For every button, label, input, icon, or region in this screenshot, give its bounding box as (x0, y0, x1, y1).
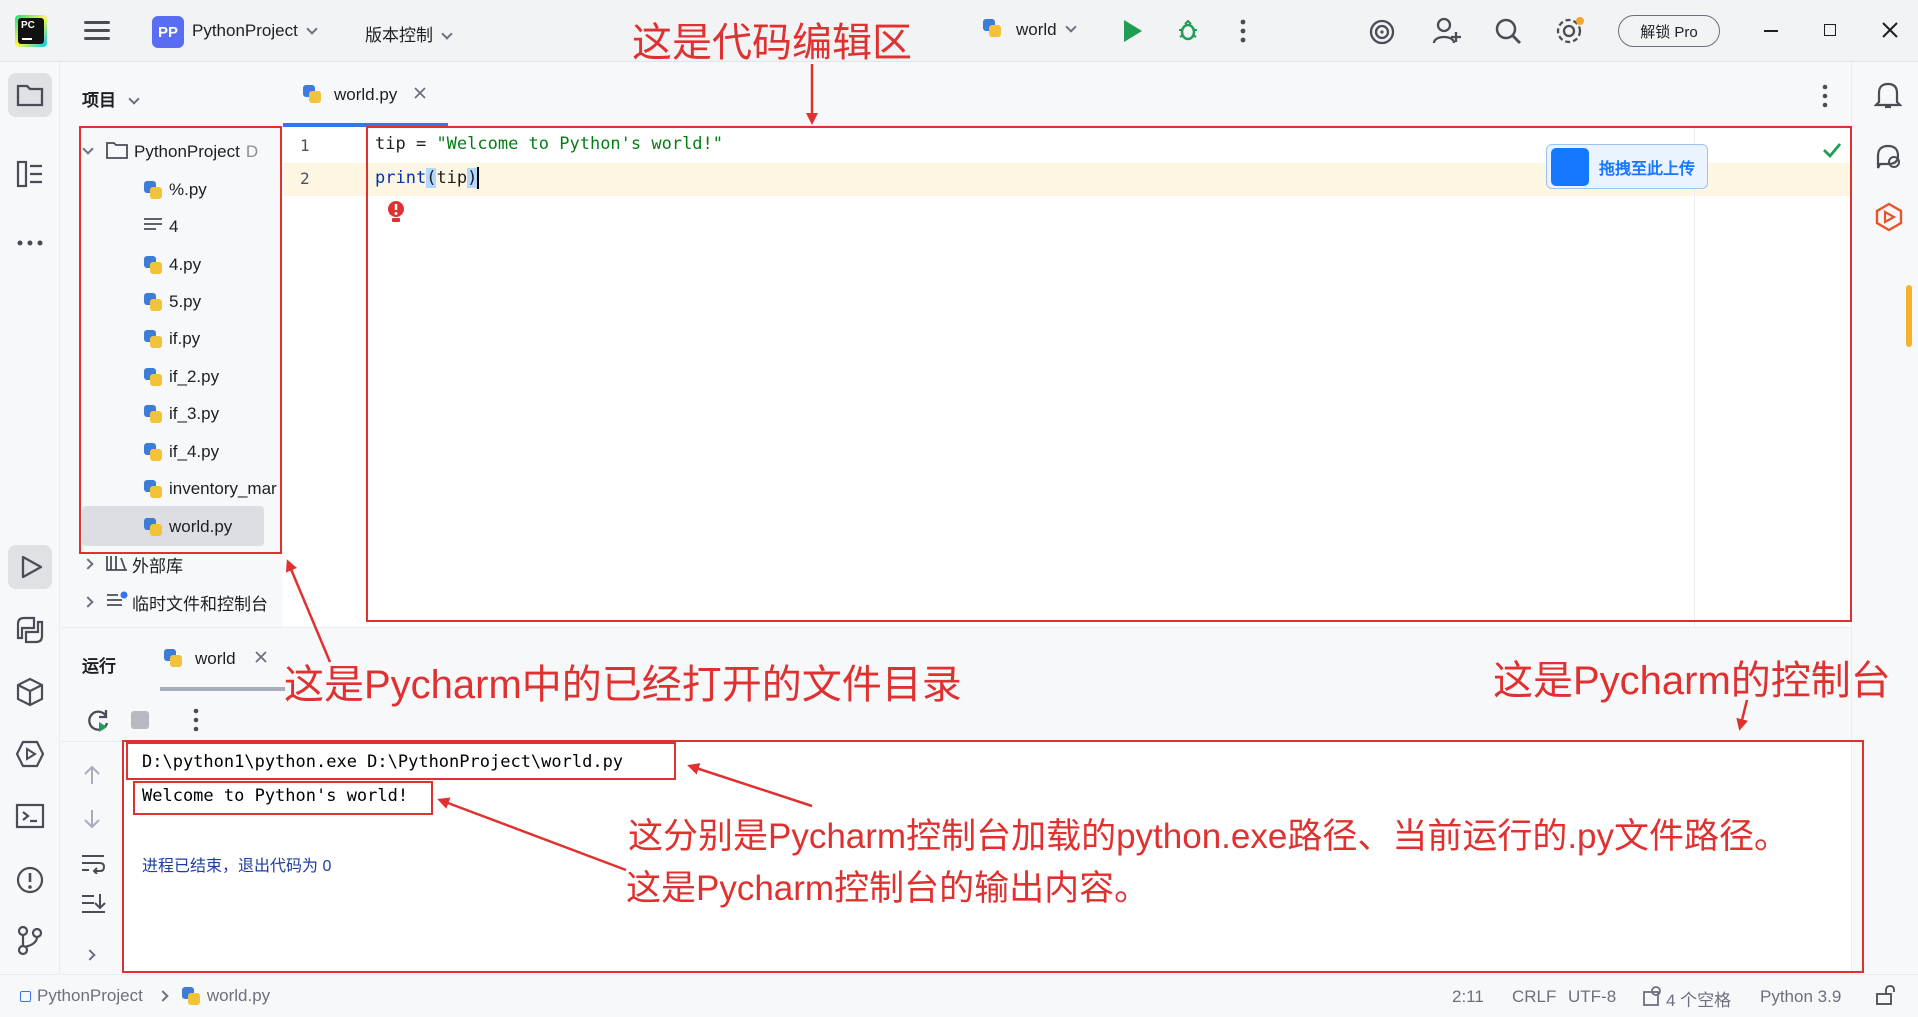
close-run-tab-icon[interactable] (254, 649, 268, 669)
scroll-up-icon[interactable] (82, 764, 102, 791)
status-caret-position[interactable]: 2:11 (1452, 987, 1484, 1007)
line-number: 2 (300, 169, 310, 188)
breadcrumb-project[interactable]: PythonProject (37, 986, 143, 1006)
run-tab-indicator (160, 687, 285, 691)
breadcrumb: PythonProject world.py (20, 986, 270, 1006)
plugin-logo-icon[interactable] (1874, 202, 1904, 237)
services-icon[interactable] (14, 738, 46, 775)
editor-more-icon[interactable] (1822, 84, 1828, 113)
annotation-paths-label: 这分别是Pycharm控制台加载的python.exe路径、当前运行的.py文件… (628, 817, 1790, 856)
status-encoding[interactable]: UTF-8 (1568, 987, 1616, 1007)
python-packages-icon[interactable] (14, 676, 46, 713)
project-switcher[interactable]: PythonProject (192, 21, 318, 41)
more-tools-icon[interactable] (16, 232, 44, 252)
project-name: PythonProject (192, 21, 298, 40)
module-icon (20, 990, 31, 1002)
library-icon (106, 553, 128, 576)
close-tab-icon[interactable] (413, 85, 427, 105)
annotation-output-label: 这是Pycharm控制台的输出内容。 (626, 869, 1150, 908)
run-tab-world[interactable]: world (163, 648, 268, 670)
editor-tab-label: world.py (334, 85, 398, 104)
python-file-icon (181, 986, 201, 1006)
chevron-right-icon (157, 990, 169, 1002)
main-menu-icon[interactable] (84, 20, 110, 42)
tree-external-libraries-label: 外部库 (132, 556, 183, 576)
project-panel-title: 项目 (82, 91, 116, 110)
close-window-icon[interactable] (1880, 20, 1900, 45)
python-file-icon (302, 84, 324, 106)
chevron-right-icon (82, 596, 94, 608)
annotation-console-label: 这是Pycharm的控制台 (1493, 659, 1891, 703)
python-icon (982, 18, 1006, 42)
annotation-box-editor (366, 126, 1852, 622)
annotation-file-tree-label: 这是Pycharm中的已经打开的文件目录 (284, 663, 962, 707)
minimize-icon[interactable] (1764, 30, 1778, 32)
problems-icon[interactable] (14, 864, 46, 901)
editor-scrollbar-thumb[interactable] (1906, 285, 1912, 347)
annotation-box-command (126, 742, 676, 780)
status-bar (0, 974, 1918, 1017)
annotation-editor-label: 这是代码编辑区 (632, 21, 912, 65)
scroll-down-icon[interactable] (82, 808, 102, 835)
annotation-box-file-tree (79, 126, 282, 554)
chevron-down-icon (1064, 21, 1077, 33)
run-icon[interactable] (1124, 20, 1142, 42)
chevron-right-icon[interactable] (84, 944, 96, 964)
breadcrumb-file[interactable]: world.py (207, 986, 270, 1006)
vcs-label: 版本控制 (365, 26, 433, 45)
ai-assistant-icon[interactable] (1368, 18, 1396, 51)
run-config-selector[interactable]: world (982, 18, 1077, 42)
debug-icon[interactable] (1176, 18, 1200, 42)
vcs-menu[interactable]: 版本控制 (365, 21, 453, 46)
lock-icon[interactable] (1874, 984, 1896, 1011)
run-panel-title: 运行 (82, 657, 116, 676)
status-line-ending[interactable]: CRLF (1512, 987, 1556, 1007)
status-indent-label: 4 个空格 (1666, 991, 1732, 1010)
soft-wrap-icon[interactable] (80, 852, 106, 879)
scroll-to-end-icon[interactable] (80, 892, 106, 919)
status-indent[interactable]: 4 个空格 (1642, 985, 1731, 1012)
chevron-down-icon (128, 93, 140, 105)
chevron-down-icon (441, 28, 453, 40)
tree-scratches[interactable]: 临时文件和控制台 (82, 586, 268, 618)
notifications-bell-icon[interactable] (1873, 80, 1903, 115)
line-number: 1 (300, 136, 310, 155)
chevron-right-icon (82, 558, 94, 570)
editor-tab-world-py[interactable]: world.py (302, 84, 427, 106)
tree-scratches-label: 临时文件和控制台 (132, 594, 268, 614)
run-more-icon[interactable] (193, 708, 199, 737)
python-console-icon[interactable] (14, 614, 46, 651)
search-icon[interactable] (1494, 17, 1522, 50)
restore-icon[interactable] (1824, 24, 1836, 36)
indent-icon (1642, 985, 1662, 1012)
chevron-down-icon (306, 23, 318, 35)
editor-tab-bar (283, 62, 1851, 126)
settings-gear-icon[interactable] (1554, 16, 1584, 51)
git-icon[interactable] (14, 924, 46, 961)
project-badge: PP (152, 16, 184, 48)
annotation-box-output (133, 781, 433, 815)
more-actions-icon[interactable] (1240, 18, 1246, 44)
left-tool-bar (0, 62, 60, 974)
python-icon (163, 648, 185, 670)
ai-chat-icon[interactable] (1874, 142, 1904, 177)
project-panel-header[interactable]: 项目 (82, 86, 140, 111)
add-user-icon[interactable] (1432, 16, 1462, 51)
run-tool-icon (18, 554, 44, 585)
run-config-name: world (1016, 20, 1057, 39)
stop-icon[interactable] (131, 711, 149, 729)
pycharm-logo-icon: PC (18, 18, 44, 44)
run-tab-label: world (195, 649, 236, 668)
terminal-icon[interactable] (14, 800, 46, 837)
scratches-icon (106, 591, 128, 614)
unlock-pro-button[interactable]: 解锁 Pro (1618, 15, 1720, 47)
rerun-icon[interactable] (85, 708, 111, 739)
folder-icon (16, 83, 44, 112)
status-interpreter[interactable]: Python 3.9 (1760, 987, 1841, 1007)
structure-icon[interactable] (16, 160, 44, 193)
